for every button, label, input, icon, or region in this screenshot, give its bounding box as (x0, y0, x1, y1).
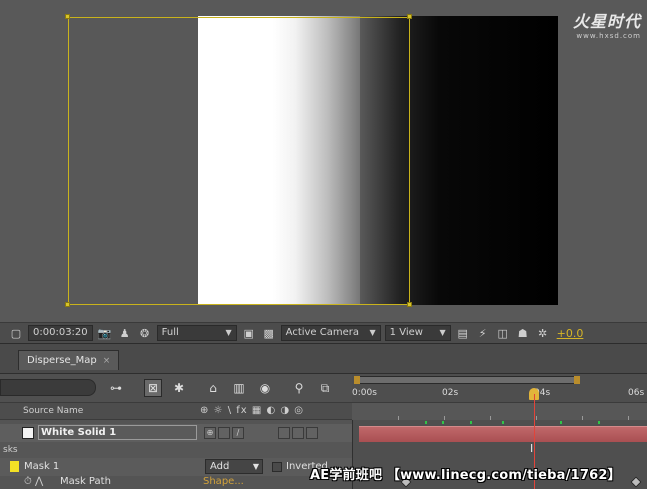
draft-3d-icon[interactable]: ✱ (170, 379, 188, 397)
mask-inverted-checkbox[interactable] (272, 462, 282, 472)
color-channels-icon[interactable]: ❂ (137, 325, 153, 341)
stopwatch-icon[interactable]: ⏱ ⋀ (24, 476, 43, 487)
layer-bounding-box[interactable] (68, 17, 410, 305)
ruler-label: 0:00s (352, 388, 377, 398)
resolution-select[interactable]: Full ▼ (156, 325, 237, 341)
layer-name-field[interactable]: White Solid 1 (38, 425, 197, 440)
watermark-caption: AE学前班吧 【www.linecg.com/tieba/1762】 (310, 468, 621, 483)
switches-header-icons: ⊕ ☼ \ fx ▦ ◐ ◑ ◎ (200, 405, 305, 416)
layer-duration-bar[interactable] (359, 426, 647, 442)
mask-path-label: Mask Path (60, 476, 111, 487)
logo-text: 火星时代 (572, 12, 641, 31)
ruler-label: 02s (442, 388, 459, 398)
timeline-toolbar: ⊶ ⊠ ✱ ⌂ ▥ ◉ ⚲ ⧉ (0, 374, 352, 402)
mask-path-value[interactable]: Shape... (203, 476, 244, 487)
collapse-switch-icon[interactable] (218, 427, 230, 439)
hide-shy-layers-icon[interactable]: ⌂ (204, 379, 222, 397)
cache-marker (425, 421, 427, 424)
camera-select[interactable]: Active Camera ▼ (280, 325, 381, 341)
work-area-bar[interactable] (354, 376, 580, 384)
mask-path-row[interactable]: ⏱ ⋀ Mask Path Shape... (0, 476, 352, 489)
cache-marker (442, 421, 444, 424)
chevron-down-icon: ▼ (252, 462, 259, 471)
viewer-toolbar: ▢ 0:00:03:20 📷 ♟ ❂ Full ▼ ▣ ▩ Active Cam… (0, 322, 647, 344)
motion-blur-icon[interactable]: ◉ (256, 379, 274, 397)
transparency-grid-icon[interactable]: ▩ (261, 325, 277, 341)
bounds-handle-bottom-right[interactable] (407, 302, 412, 307)
column-header-row: Source Name ⊕ ☼ \ fx ▦ ◐ ◑ ◎ (0, 402, 647, 420)
chevron-down-icon: ▼ (439, 328, 446, 337)
time-ruler[interactable]: 0:00s 02s 04s 06s (352, 374, 647, 402)
bounds-handle-top-right[interactable] (407, 14, 412, 19)
comp-mini-flowchart-icon[interactable]: ⊶ (107, 379, 125, 397)
region-of-interest-icon[interactable]: ▣ (241, 325, 257, 341)
chevron-down-icon: ▼ (369, 328, 376, 337)
exposure-value[interactable]: +0.0 (557, 327, 584, 340)
fast-previews-icon[interactable]: ⚡ (475, 325, 491, 341)
timeline-header-ruler[interactable] (352, 403, 647, 420)
timecode-display[interactable]: 0:00:03:20 (28, 325, 93, 341)
source-name-header[interactable]: Source Name (23, 406, 83, 416)
timeline-icon[interactable]: ◫ (495, 325, 511, 341)
live-update-icon[interactable]: ⊠ (144, 379, 162, 397)
resolution-value: Full (161, 327, 179, 338)
tab-label: Disperse_Map (27, 355, 97, 366)
close-icon[interactable]: × (103, 356, 111, 366)
composition-viewer[interactable]: 火星时代 www.hxsd.com (0, 0, 647, 322)
frame-blending-icon[interactable]: ▥ (230, 379, 248, 397)
graph-editor-icon[interactable]: ⧉ (316, 379, 334, 397)
mask-mode-select[interactable]: Add ▼ (205, 459, 263, 474)
ibeam-cursor-icon: I (530, 442, 534, 455)
motion-blur-switch[interactable] (278, 427, 290, 439)
mask-name[interactable]: Mask 1 (24, 461, 59, 472)
camera-value: Active Camera (285, 327, 360, 338)
mask-row[interactable]: Mask 1 Add ▼ Inverted (0, 458, 352, 476)
region-icon[interactable]: ▢ (8, 325, 24, 341)
chevron-down-icon: ▼ (225, 328, 232, 337)
cache-marker (470, 421, 472, 424)
watermark-logo: 火星时代 www.hxsd.com (573, 8, 641, 40)
mask-mode-value: Add (210, 461, 230, 472)
show-snapshot-icon[interactable]: ♟ (117, 325, 133, 341)
layer-color-swatch (22, 427, 34, 439)
mask-color-swatch[interactable] (10, 461, 19, 472)
3d-layer-switch[interactable] (306, 427, 318, 439)
tab-disperse-map[interactable]: Disperse_Map × (18, 350, 120, 370)
camera-snapshot-icon[interactable]: 📷 (97, 325, 113, 341)
layer-row[interactable]: White Solid 1 ⊕ ∕ (0, 424, 352, 442)
cache-marker (502, 421, 504, 424)
masks-group-label: sks (3, 445, 18, 455)
brainstorm-icon[interactable]: ⚲ (290, 379, 308, 397)
toggle-pixel-aspect-icon[interactable]: ▤ (455, 325, 471, 341)
flowchart-icon[interactable]: ☗ (515, 325, 531, 341)
work-area-end-handle[interactable] (574, 376, 580, 384)
adjustment-layer-switch[interactable] (292, 427, 304, 439)
view-layout-value: 1 View (389, 327, 423, 338)
bounds-handle-top-left[interactable] (65, 14, 70, 19)
bounds-handle-bottom-left[interactable] (65, 302, 70, 307)
cache-marker (598, 421, 600, 424)
ruler-label: 06s (628, 388, 645, 398)
quality-switch-icon[interactable]: ∕ (232, 427, 244, 439)
shy-switch-icon[interactable]: ⊕ (204, 427, 216, 439)
mask-path-keyframe[interactable] (630, 476, 642, 488)
logo-url: www.hxsd.com (576, 32, 641, 40)
reset-exposure-icon[interactable]: ✲ (535, 325, 551, 341)
search-input[interactable] (0, 379, 96, 396)
view-layout-select[interactable]: 1 View ▼ (384, 325, 451, 341)
cache-marker (560, 421, 562, 424)
work-area-start-handle[interactable] (354, 376, 360, 384)
timeline-tab-strip: Disperse_Map × (0, 344, 647, 374)
